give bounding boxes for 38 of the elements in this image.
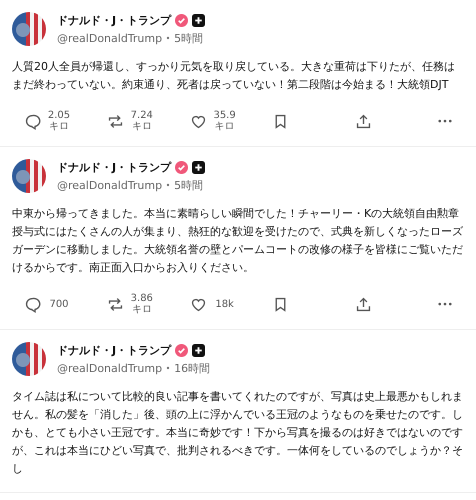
share-icon[interactable] [355,112,372,130]
author-name[interactable]: ドナルド・J・トランプ [57,12,172,28]
reply-icon[interactable] [24,296,41,312]
author-handle[interactable]: @realDonaldTrump [57,362,162,374]
repost-count: 3.86キロ [130,293,154,315]
post-time: 16時間 [174,360,210,376]
post-time: 5時間 [174,30,204,46]
avatar[interactable] [12,342,46,376]
verified-icon [175,160,188,174]
post-text: タイム誌は私について比較的良い記事を書いてくれたのですが、写真は史上最悪かもしれません。私の髪を「消した」後、頭の上に浮かんでいる王冠のようなものを乗せたのです。しかも、とても小さい王冠です。本当に奇妙です！下から写真を撮るのは好きではないのですが、これは本当にひどい写真で、批判されるべきです。一体何をしているのでしょうか？そし [12,389,464,477]
post-text: 人質20人全員が帰還し、すっかり元気を取り戻している。大きな重荷は下りたが、任務はまだ終わっていない。約束通り、死者は戻っていない！第二段階は今始まる！大統領DJT [12,59,456,93]
repost-icon[interactable] [106,296,124,312]
author-handle[interactable]: @realDonaldTrump [57,32,162,44]
reply-count: 2.05キロ [46,110,72,132]
share-icon[interactable] [355,296,372,312]
plus-icon [192,14,206,26]
plus-icon [192,160,206,174]
reply-icon[interactable] [24,112,41,130]
avatar[interactable] [12,159,46,193]
plus-icon [192,344,206,356]
post-text: 中東から帰ってきました。本当に素晴らしい瞬間でした！チャーリー・Kの大統領自由勲章授与式にはたくさんの人が集まり、熱狂的な歓迎を受けたので、式典を新しくなったローズガーデンに移動しました。大統領名誉の壁とパームコートの改修の様子を皆様にご覧いただけるからです。南正面入口からお入りください。 [12,206,464,276]
separator-dot [166,366,170,370]
like-count: 35.9キロ [212,110,237,132]
like-count: 18k [214,298,235,310]
more-icon[interactable] [438,302,452,306]
author-name[interactable]: ドナルド・J・トランプ [57,160,172,174]
author-handle[interactable]: @realDonaldTrump [57,178,162,192]
author-name[interactable]: ドナルド・J・トランプ [57,342,172,358]
separator-dot [166,36,170,40]
reply-count: 700 [48,298,70,310]
repost-icon[interactable] [106,112,124,130]
avatar[interactable] [12,12,46,46]
verified-icon [175,14,188,26]
post-time: 5時間 [174,178,204,192]
repost-count: 7.24キロ [130,110,154,132]
separator-dot [166,183,170,187]
verified-icon [175,344,188,356]
more-icon[interactable] [438,119,452,123]
